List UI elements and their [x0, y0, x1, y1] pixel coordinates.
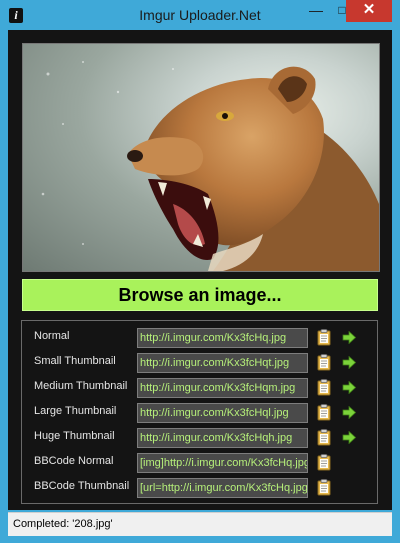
link-label: BBCode Thumbnail — [34, 480, 130, 492]
links-panel: Normal http://i.imgur.com/Kx3fcHq.jpg Sm… — [21, 320, 378, 504]
app-window: i Imgur Uploader.Net — □ ✕ Browse an ima… — [0, 0, 400, 543]
clipboard-icon[interactable] — [317, 329, 331, 346]
link-label: BBCode Normal — [34, 455, 114, 467]
clipboard-icon[interactable] — [317, 354, 331, 371]
open-link-arrow-icon[interactable] — [342, 331, 356, 344]
link-row-bbcode-thumbnail: BBCode Thumbnail [url=http://i.imgur.com… — [22, 478, 379, 500]
open-link-arrow-icon[interactable] — [342, 356, 356, 369]
link-label: Medium Thumbnail — [34, 380, 128, 392]
link-row-bbcode-normal: BBCode Normal [img]http://i.imgur.com/Kx… — [22, 453, 379, 475]
link-row-large-thumbnail: Large Thumbnail http://i.imgur.com/Kx3fc… — [22, 403, 379, 425]
link-label: Normal — [34, 330, 70, 342]
link-field[interactable]: http://i.imgur.com/Kx3fcHq.jpg — [137, 328, 308, 348]
link-row-small-thumbnail: Small Thumbnail http://i.imgur.com/Kx3fc… — [22, 353, 379, 375]
close-button[interactable]: ✕ — [346, 0, 392, 22]
link-field[interactable]: http://i.imgur.com/Kx3fcHqt.jpg — [137, 353, 308, 373]
link-field[interactable]: [img]http://i.imgur.com/Kx3fcHq.jpg — [137, 453, 308, 473]
link-label: Huge Thumbnail — [34, 430, 115, 442]
minimize-button[interactable]: — — [303, 0, 329, 22]
link-row-huge-thumbnail: Huge Thumbnail http://i.imgur.com/Kx3fcH… — [22, 428, 379, 450]
link-label: Small Thumbnail — [34, 355, 116, 367]
open-link-arrow-icon[interactable] — [342, 431, 356, 444]
image-preview — [22, 43, 380, 272]
open-link-arrow-icon[interactable] — [342, 406, 356, 419]
status-text: Completed: '208.jpg' — [13, 518, 113, 530]
link-field[interactable]: http://i.imgur.com/Kx3fcHqh.jpg — [137, 428, 308, 448]
link-field[interactable]: [url=http://i.imgur.com/Kx3fcHq.jpg — [137, 478, 308, 498]
open-link-arrow-icon[interactable] — [342, 381, 356, 394]
link-row-medium-thumbnail: Medium Thumbnail http://i.imgur.com/Kx3f… — [22, 378, 379, 400]
lioness-photo — [41, 61, 379, 271]
clipboard-icon[interactable] — [317, 479, 331, 496]
link-field[interactable]: http://i.imgur.com/Kx3fcHql.jpg — [137, 403, 308, 423]
main-panel: Browse an image... Normal http://i.imgur… — [8, 30, 392, 510]
clipboard-icon[interactable] — [317, 379, 331, 396]
clipboard-icon[interactable] — [317, 404, 331, 421]
status-bar: Completed: '208.jpg' — [8, 512, 392, 536]
clipboard-icon[interactable] — [317, 429, 331, 446]
browse-button[interactable]: Browse an image... — [22, 279, 378, 311]
link-label: Large Thumbnail — [34, 405, 117, 417]
link-field[interactable]: http://i.imgur.com/Kx3fcHqm.jpg — [137, 378, 308, 398]
title-bar[interactable]: i Imgur Uploader.Net — □ ✕ — [0, 0, 400, 30]
link-row-normal: Normal http://i.imgur.com/Kx3fcHq.jpg — [22, 328, 379, 350]
clipboard-icon[interactable] — [317, 454, 331, 471]
